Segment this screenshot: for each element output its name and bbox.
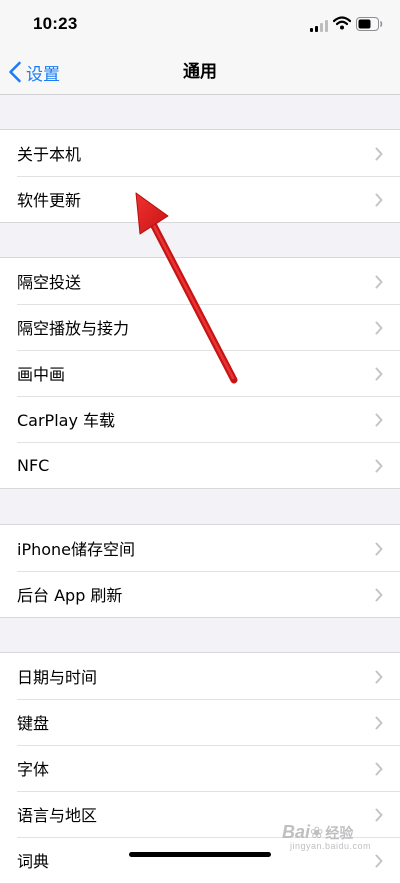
status-time: 10:23: [33, 14, 78, 33]
settings-group-storage: iPhone储存空间 后台 App 刷新: [0, 524, 400, 618]
list-item-background-app-refresh[interactable]: 后台 App 刷新: [0, 571, 400, 617]
list-item-iphone-storage[interactable]: iPhone储存空间: [0, 525, 400, 571]
list-item-picture-in-picture[interactable]: 画中画: [0, 350, 400, 396]
chevron-right-icon: [375, 320, 383, 339]
list-item-label: 画中画: [17, 365, 66, 384]
watermark-url: jingyan.baidu.com: [290, 841, 372, 851]
status-bar: 10:23: [0, 0, 400, 50]
list-item-date-time[interactable]: 日期与时间: [0, 653, 400, 699]
list-item-label: 隔空投送: [17, 273, 82, 292]
list-item-label: 关于本机: [17, 145, 82, 164]
navigation-bar: 设置 通用: [0, 50, 400, 95]
list-item-label: 词典: [17, 852, 50, 871]
list-item-label: 键盘: [17, 714, 50, 733]
wifi-icon: [332, 15, 352, 34]
settings-group-connectivity: 隔空投送 隔空播放与接力 画中画 CarPlay 车载 NFC: [0, 257, 400, 489]
list-item-label: 隔空播放与接力: [17, 319, 130, 338]
chevron-right-icon: [375, 192, 383, 211]
list-item-label: 后台 App 刷新: [17, 586, 123, 605]
list-item-carplay[interactable]: CarPlay 车载: [0, 396, 400, 442]
list-item-airdrop[interactable]: 隔空投送: [0, 258, 400, 304]
list-item-label: iPhone储存空间: [17, 540, 136, 559]
paw-icon: ❀: [310, 825, 324, 842]
chevron-right-icon: [375, 458, 383, 477]
list-item-label: NFC: [17, 455, 50, 475]
settings-group-device: 关于本机 软件更新: [0, 129, 400, 223]
list-item-label: CarPlay 车载: [17, 411, 116, 430]
battery-icon: [356, 16, 383, 35]
list-item-label: 语言与地区: [17, 806, 98, 825]
watermark-sub: 经验: [325, 825, 354, 841]
back-label: 设置: [26, 64, 60, 85]
chevron-right-icon: [375, 146, 383, 165]
watermark-brand: Bai: [282, 822, 311, 842]
list-item-label: 软件更新: [17, 191, 82, 210]
chevron-left-icon: [8, 61, 22, 83]
list-item-airplay-handoff[interactable]: 隔空播放与接力: [0, 304, 400, 350]
chevron-right-icon: [375, 669, 383, 688]
chevron-right-icon: [375, 761, 383, 780]
chevron-right-icon: [375, 715, 383, 734]
chevron-right-icon: [375, 274, 383, 293]
chevron-right-icon: [375, 412, 383, 431]
list-item-software-update[interactable]: 软件更新: [0, 176, 400, 222]
cellular-signal-icon: [310, 17, 328, 36]
chevron-right-icon: [375, 807, 383, 826]
list-item-keyboard[interactable]: 键盘: [0, 699, 400, 745]
watermark-logo: Bai❀ 经验 jingyan.baidu.com: [282, 822, 371, 851]
home-indicator[interactable]: [129, 852, 271, 857]
page-title: 通用: [183, 62, 217, 82]
list-item-fonts[interactable]: 字体: [0, 745, 400, 791]
chevron-right-icon: [375, 587, 383, 606]
back-button[interactable]: 设置: [8, 50, 60, 94]
list-item-nfc[interactable]: NFC: [0, 442, 400, 488]
chevron-right-icon: [375, 541, 383, 560]
chevron-right-icon: [375, 366, 383, 385]
chevron-right-icon: [375, 853, 383, 872]
list-item-label: 字体: [17, 760, 50, 779]
list-item-label: 日期与时间: [17, 668, 98, 687]
list-item-about[interactable]: 关于本机: [0, 130, 400, 176]
